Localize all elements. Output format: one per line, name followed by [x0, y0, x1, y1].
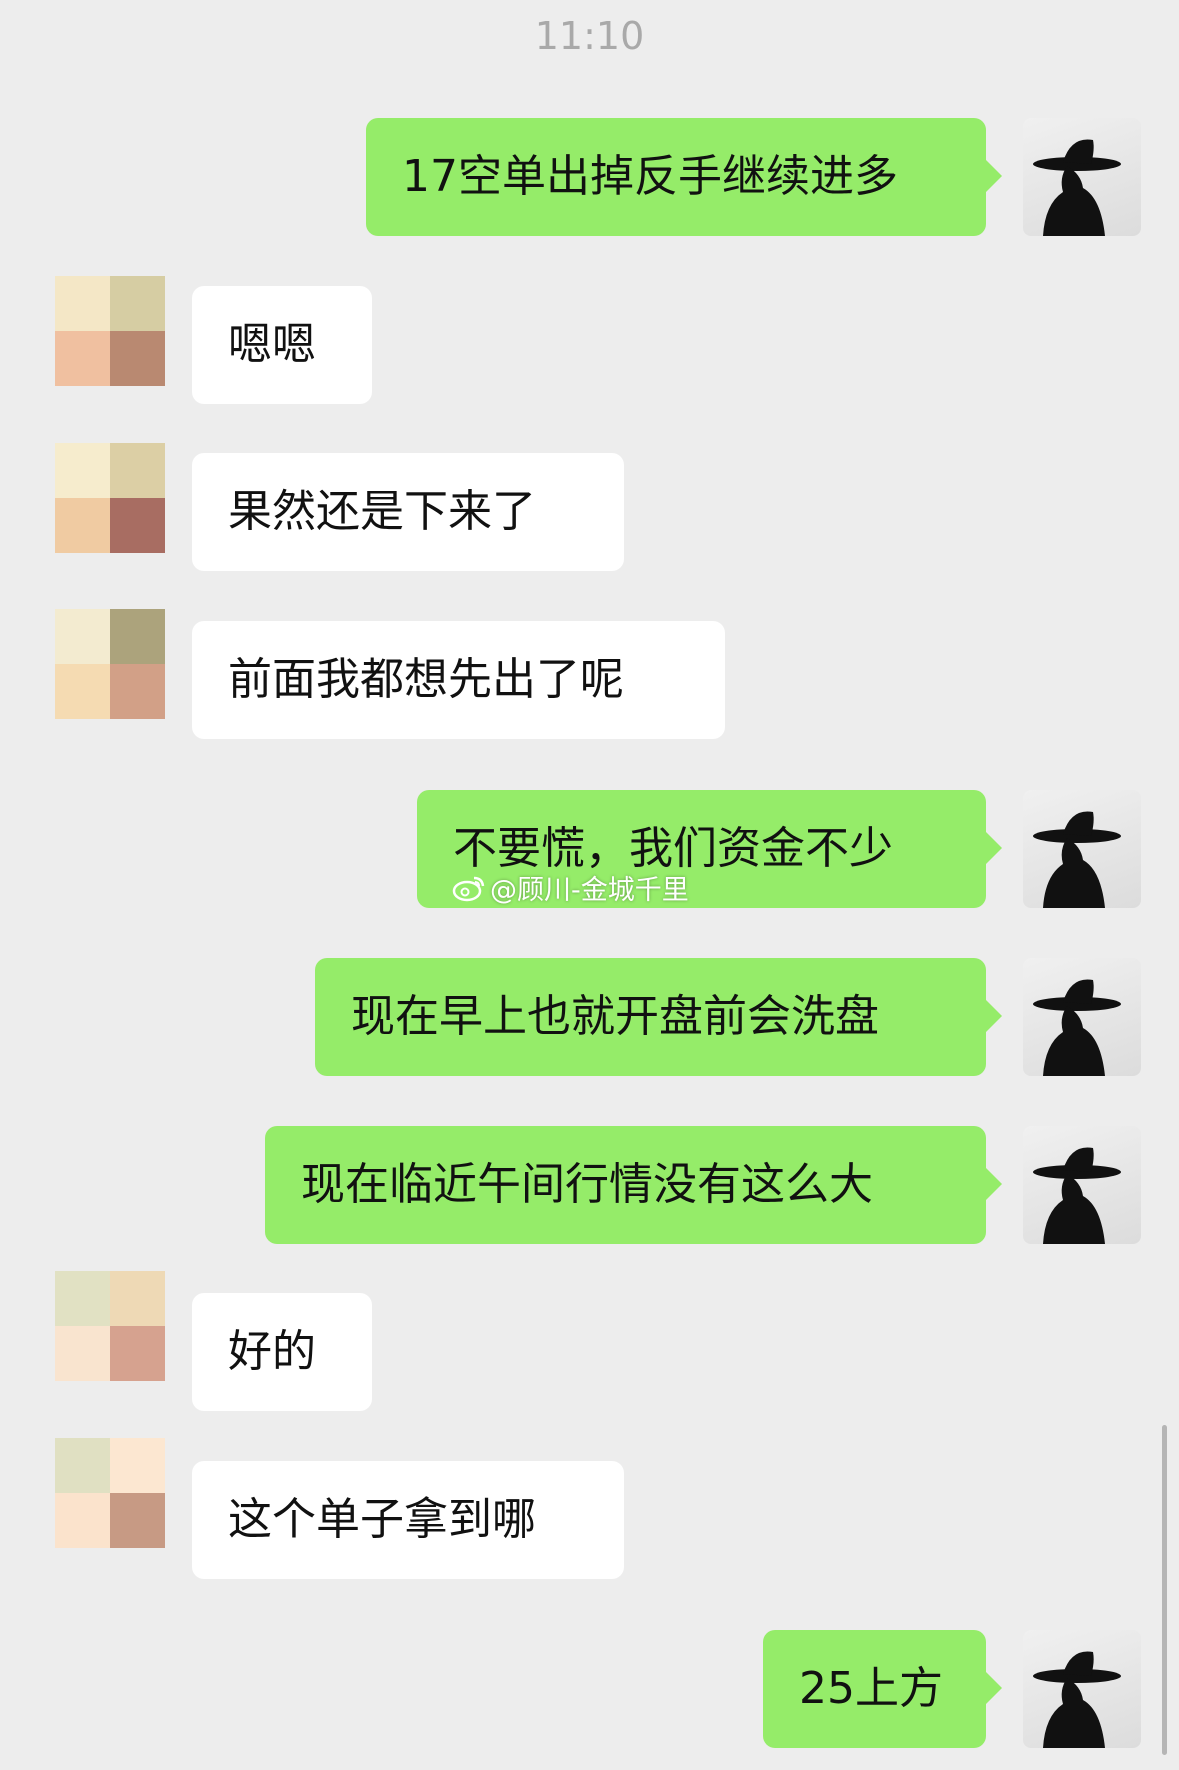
avatar-pixel	[55, 1326, 110, 1381]
contact-avatar-pixelated[interactable]	[55, 443, 165, 553]
silhouette-hat-icon	[1033, 979, 1121, 1076]
avatar-pixel	[55, 443, 110, 498]
silhouette-hat-icon	[1033, 1651, 1121, 1748]
contact-message-bubble[interactable]: 这个单子拿到哪	[192, 1461, 624, 1579]
avatar-pixel	[55, 664, 110, 719]
my-avatar[interactable]	[1023, 790, 1141, 908]
avatar-pixel	[55, 498, 110, 553]
avatar-pixel	[55, 1438, 110, 1493]
avatar-pixel	[110, 276, 165, 331]
silhouette-hat-icon	[1033, 1147, 1121, 1244]
contact-avatar-pixelated[interactable]	[55, 1271, 165, 1381]
avatar-pixel	[110, 1326, 165, 1381]
contact-avatar-pixelated[interactable]	[55, 1438, 165, 1548]
avatar-pixel	[55, 609, 110, 664]
contact-avatar-pixelated[interactable]	[55, 276, 165, 386]
avatar-pixel	[55, 1271, 110, 1326]
my-avatar[interactable]	[1023, 118, 1141, 236]
contact-message-bubble[interactable]: 前面我都想先出了呢	[192, 621, 725, 739]
silhouette-hat-icon	[1033, 811, 1121, 908]
my-message-bubble[interactable]: 25上方	[763, 1630, 1002, 1748]
avatar-pixel	[110, 1493, 165, 1548]
avatar-pixel	[110, 443, 165, 498]
avatar-pixel	[55, 1493, 110, 1548]
my-message-bubble[interactable]: 现在早上也就开盘前会洗盘	[315, 958, 1002, 1076]
my-message-bubble[interactable]: 现在临近午间行情没有这么大	[265, 1126, 1002, 1244]
avatar-pixel	[110, 664, 165, 719]
contact-message-bubble[interactable]: 好的	[192, 1293, 372, 1411]
chat-timestamp: 11:10	[534, 14, 645, 58]
avatar-pixel	[110, 1271, 165, 1326]
watermark-text: @顾川-金城千里	[490, 875, 689, 906]
my-avatar[interactable]	[1023, 1630, 1141, 1748]
silhouette-hat-icon	[1033, 139, 1121, 236]
contact-message-bubble[interactable]: 果然还是下来了	[192, 453, 624, 571]
avatar-pixel	[55, 276, 110, 331]
contact-avatar-pixelated[interactable]	[55, 609, 165, 719]
my-avatar[interactable]	[1023, 1126, 1141, 1244]
avatar-pixel	[110, 331, 165, 386]
contact-message-bubble[interactable]: 嗯嗯	[192, 286, 372, 404]
scrollbar[interactable]	[1162, 1425, 1167, 1755]
avatar-pixel	[55, 331, 110, 386]
my-message-bubble[interactable]: 17空单出掉反手继续进多	[366, 118, 1002, 236]
avatar-pixel	[110, 1438, 165, 1493]
my-avatar[interactable]	[1023, 958, 1141, 1076]
weibo-logo-icon	[452, 876, 485, 901]
weibo-watermark: @顾川-金城千里	[452, 868, 689, 907]
avatar-pixel	[110, 609, 165, 664]
avatar-pixel	[110, 498, 165, 553]
